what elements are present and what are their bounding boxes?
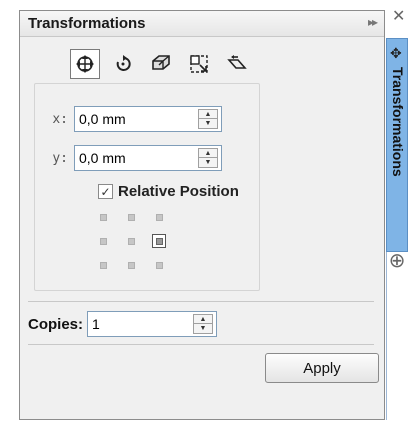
copies-decrement-button[interactable]: ▼ <box>194 324 212 333</box>
divider-bottom <box>28 344 374 345</box>
copies-field[interactable]: 1 ▲ ▼ <box>87 311 218 337</box>
anchor-middle-right[interactable] <box>152 234 166 248</box>
y-position-field[interactable]: 0,0 mm ▲ ▼ <box>74 145 222 171</box>
anchor-top-right[interactable] <box>152 210 166 224</box>
anchor-center[interactable] <box>124 234 138 248</box>
close-icon[interactable]: ✕ <box>392 6 405 26</box>
x-value[interactable]: 0,0 mm <box>79 111 126 127</box>
y-label: y: <box>52 150 68 166</box>
add-docker-icon[interactable]: ⊕ <box>387 250 407 272</box>
y-decrement-button[interactable]: ▼ <box>199 158 217 167</box>
y-increment-button[interactable]: ▲ <box>199 149 217 158</box>
copies-spinner[interactable]: ▲ ▼ <box>193 314 214 334</box>
panel-title: Transformations <box>28 15 146 32</box>
docker-tab-transformations[interactable]: ✥ Transformations <box>386 38 408 252</box>
y-spinner[interactable]: ▲ ▼ <box>198 148 218 168</box>
rotate-icon <box>116 55 131 71</box>
copies-label: Copies: <box>28 315 84 333</box>
x-increment-button[interactable]: ▲ <box>199 110 217 119</box>
relative-position-checkbox[interactable]: ✓ <box>98 184 113 199</box>
docker-area: ✕ Transformations ▸▸ x: 0,0 mm ▲ ▼ y: 0,… <box>0 0 410 428</box>
copies-row: Copies: 1 ▲ ▼ <box>28 311 218 337</box>
skew-icon <box>227 55 247 69</box>
copies-increment-button[interactable]: ▲ <box>194 315 213 324</box>
anchor-top-center[interactable] <box>124 210 138 224</box>
anchor-bottom-left[interactable] <box>96 258 110 272</box>
rotate-tool-button[interactable] <box>108 49 138 79</box>
anchor-top-left[interactable] <box>96 210 110 224</box>
size-tool-button[interactable] <box>184 49 214 79</box>
y-row: y: 0,0 mm ▲ ▼ <box>42 145 222 171</box>
transformations-panel: Transformations ▸▸ x: 0,0 mm ▲ ▼ y: 0,0 … <box>19 10 385 420</box>
anchor-bottom-right[interactable] <box>152 258 166 272</box>
relative-position-label[interactable]: Relative Position <box>118 183 239 200</box>
panel-title-bar[interactable]: Transformations ▸▸ <box>20 11 384 37</box>
scale-mirror-icon <box>152 55 170 70</box>
x-position-field[interactable]: 0,0 mm ▲ ▼ <box>74 106 222 132</box>
move-tool-button[interactable] <box>70 49 100 79</box>
collapse-icon[interactable]: ▸▸ <box>368 15 378 29</box>
apply-button[interactable]: Apply <box>265 353 379 383</box>
x-row: x: 0,0 mm ▲ ▼ <box>42 106 222 132</box>
skew-tool-button[interactable] <box>222 49 252 79</box>
anchor-middle-left[interactable] <box>96 234 110 248</box>
docker-tab-label: Transformations <box>390 67 406 177</box>
transform-tab-icon: ✥ <box>390 45 402 61</box>
divider <box>28 301 374 302</box>
anchor-bottom-center[interactable] <box>124 258 138 272</box>
x-label: x: <box>52 111 68 127</box>
x-spinner[interactable]: ▲ ▼ <box>198 109 218 129</box>
relative-position-row[interactable]: ✓ Relative Position <box>98 183 239 200</box>
y-value[interactable]: 0,0 mm <box>79 150 126 166</box>
move-icon <box>76 55 94 73</box>
scale-mirror-tool-button[interactable] <box>146 49 176 79</box>
copies-value[interactable]: 1 <box>92 316 100 332</box>
x-decrement-button[interactable]: ▼ <box>199 119 217 128</box>
size-icon <box>190 55 208 73</box>
